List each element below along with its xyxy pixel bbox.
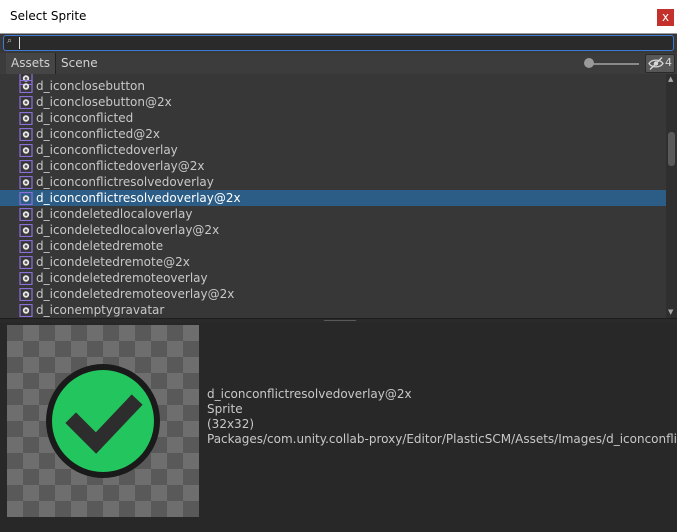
- sprite-name: d_iconconflictresolvedoverlay@2x: [207, 387, 412, 401]
- list-scrollbar[interactable]: ▲ ▼: [666, 74, 677, 318]
- list-item[interactable]: d_iconconflicted: [0, 110, 666, 126]
- sprite-icon: [19, 128, 33, 141]
- list-item-label: d_iconconflictresolvedoverlay: [36, 175, 214, 189]
- window-title: Select Sprite: [10, 9, 87, 23]
- list-item-label: d_iconconflicted: [36, 111, 134, 125]
- list-item-label: d_icondeletedremote: [36, 239, 164, 253]
- sprite-icon: [19, 144, 33, 157]
- sprite-icon: [19, 176, 33, 189]
- list-item[interactable]: d_iconemptygravatar: [0, 302, 666, 318]
- preview-pane: d_iconconflictresolvedoverlay@2x Sprite …: [0, 323, 677, 532]
- list-item[interactable]: d_icondeletedlocaloverlay: [0, 206, 666, 222]
- sprite-icon: [19, 240, 33, 253]
- sprite-type: Sprite: [207, 402, 243, 416]
- sprite-icon: [19, 192, 33, 205]
- list-item[interactable]: d_icondeletedlocaloverlay@2x: [0, 222, 666, 238]
- sprite-icon: [19, 80, 33, 93]
- search-icon: ⌕: [7, 36, 13, 46]
- toolbar: Assets Scene 4: [0, 53, 677, 75]
- list-item-selected[interactable]: d_iconconflictresolvedoverlay@2x: [0, 190, 666, 206]
- list-item[interactable]: d_iconconflictedoverlay@2x: [0, 158, 666, 174]
- list-item-label: d_icondeletedremote@2x: [36, 255, 190, 269]
- title-bar: Select Sprite x: [0, 0, 677, 34]
- sprite-size: (32x32): [207, 417, 255, 431]
- list-item-label: d_iconconflictedoverlay@2x: [36, 159, 205, 173]
- list-item[interactable]: d_icondeletedremote@2x: [0, 254, 666, 270]
- checkmark-circle-icon: [46, 364, 160, 478]
- tab-assets[interactable]: Assets: [6, 53, 57, 74]
- list-item[interactable]: d_iconconflicted@2x: [0, 126, 666, 142]
- list-item-label: d_icondeletedlocaloverlay@2x: [36, 223, 220, 237]
- list-item-label: d_icondeletedremoteoverlay: [36, 271, 208, 285]
- sprite-info: d_iconconflictresolvedoverlay@2x Sprite …: [207, 387, 677, 447]
- scroll-up-icon[interactable]: ▲: [668, 75, 673, 83]
- list-item-label: d_iconclosebutton: [36, 79, 145, 93]
- text-caret: [19, 37, 20, 49]
- close-icon: x: [661, 10, 670, 24]
- list-item[interactable]: d_icondeletedremoteoverlay: [0, 270, 666, 286]
- sprite-list: d_iconclosebutton d_iconclosebutton@2x d…: [0, 74, 666, 318]
- scroll-down-icon[interactable]: ▼: [668, 308, 673, 316]
- eye-slash-icon: [648, 57, 664, 70]
- sprite-icon: [19, 256, 33, 269]
- search-input[interactable]: ⌕: [3, 35, 674, 51]
- list-item-label: d_iconconflictedoverlay: [36, 143, 178, 157]
- list-item[interactable]: d_icondeletedremoteoverlay@2x: [0, 286, 666, 302]
- list-item[interactable]: d_iconconflictresolvedoverlay: [0, 174, 666, 190]
- sprite-icon: [19, 160, 33, 173]
- search-bar: ⌕: [0, 34, 677, 53]
- sprite-preview: [7, 325, 199, 517]
- list-item[interactable]: d_icondeletedremote: [0, 238, 666, 254]
- list-item-label: d_iconconflictresolvedoverlay@2x: [36, 191, 241, 205]
- scrollbar-thumb[interactable]: [668, 132, 675, 166]
- list-item[interactable]: d_iconclosebutton: [0, 78, 666, 94]
- hidden-count: 4: [665, 56, 672, 69]
- sprite-icon: [19, 304, 33, 317]
- close-button[interactable]: x: [657, 9, 674, 26]
- hidden-packages-toggle[interactable]: 4: [645, 54, 675, 73]
- zoom-slider-handle[interactable]: [584, 58, 594, 68]
- sprite-icon: [19, 112, 33, 125]
- sprite-icon: [19, 272, 33, 285]
- zoom-slider-track[interactable]: [589, 63, 639, 65]
- sprite-icon: [19, 224, 33, 237]
- list-item-label: d_iconclosebutton@2x: [36, 95, 172, 109]
- list-item-label: d_icondeletedlocaloverlay: [36, 207, 193, 221]
- list-item-label: d_iconemptygravatar: [36, 303, 165, 317]
- list-item-label: d_iconconflicted@2x: [36, 127, 160, 141]
- list-item[interactable]: d_iconconflictedoverlay: [0, 142, 666, 158]
- sprite-icon: [19, 208, 33, 221]
- list-item-label: d_icondeletedremoteoverlay@2x: [36, 287, 235, 301]
- sprite-path: Packages/com.unity.collab-proxy/Editor/P…: [207, 432, 677, 446]
- tab-scene[interactable]: Scene: [56, 53, 103, 74]
- sprite-icon: [19, 96, 33, 109]
- sprite-icon: [19, 288, 33, 301]
- list-item[interactable]: d_iconclosebutton@2x: [0, 94, 666, 110]
